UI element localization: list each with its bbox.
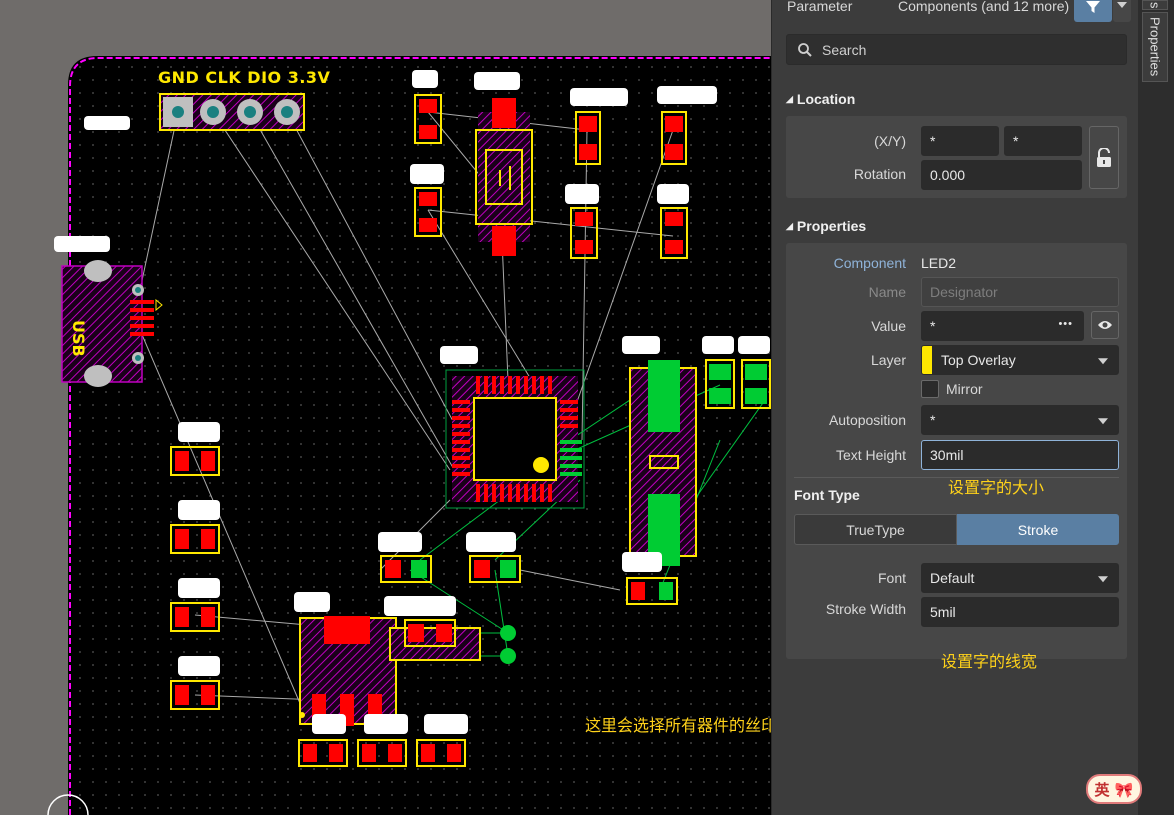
mirror-checkbox[interactable]	[921, 380, 939, 398]
header-connector	[159, 93, 305, 131]
side-tab-other[interactable]: s	[1142, 0, 1168, 10]
font-value: Default	[930, 570, 975, 586]
name-field: Designator	[921, 277, 1119, 307]
annotation-stroke-width: 设置字的线宽	[941, 652, 1038, 671]
app-root: GND CLK DIO 3.3V USB 这里会选择所有器件的丝印 Parame…	[0, 0, 1174, 815]
watermark-badge: 英 🎀	[1086, 774, 1142, 804]
value-text: *	[930, 318, 936, 334]
component-label: Component	[833, 255, 906, 271]
autoposition-dropdown[interactable]: *	[921, 405, 1119, 435]
properties-title: Properties	[796, 218, 867, 234]
stroke-width-field[interactable]: 5mil	[921, 597, 1119, 627]
rotation-field[interactable]: 0.000	[921, 160, 1082, 190]
location-section-header[interactable]: ◢ Location	[786, 91, 855, 107]
side-tab-properties[interactable]: Properties	[1142, 12, 1168, 82]
name-label: Name	[868, 284, 906, 300]
xy-label: (X/Y)	[874, 133, 906, 149]
filter-button[interactable]	[1074, 0, 1112, 22]
font-label: Font	[877, 570, 906, 586]
lock-button[interactable]	[1089, 126, 1119, 189]
collapse-triangle-icon: ◢	[786, 94, 793, 104]
font-type-divider	[794, 477, 1119, 478]
layer-value: Top Overlay	[941, 352, 1016, 368]
lock-open-icon	[1097, 147, 1111, 167]
filter-dropdown-button[interactable]	[1113, 0, 1131, 22]
chevron-down-icon	[1098, 358, 1108, 365]
properties-panel: Parameter Components (and 12 more) Searc…	[771, 0, 1138, 815]
header-silkscreen-label: GND CLK DIO 3.3V	[158, 68, 331, 87]
panel-header-parameter: Parameter	[787, 0, 853, 14]
x-field[interactable]: *	[921, 126, 999, 156]
annotation-select-all: 这里会选择所有器件的丝印	[585, 716, 771, 735]
y-field[interactable]: *	[1004, 126, 1082, 156]
chevron-down-icon	[1117, 2, 1127, 8]
font-dropdown[interactable]: Default	[921, 563, 1119, 593]
layer-label: Layer	[870, 352, 906, 368]
chevron-down-icon	[1098, 418, 1108, 425]
autoposition-value: *	[930, 412, 936, 428]
layer-color-swatch	[922, 346, 932, 374]
location-title: Location	[796, 91, 856, 107]
component-value: LED2	[921, 255, 957, 271]
visibility-toggle-button[interactable]	[1091, 311, 1119, 339]
properties-section-header[interactable]: ◢ Properties	[786, 218, 866, 234]
text-height-field[interactable]: 30mil	[921, 440, 1119, 470]
chevron-down-icon	[1098, 576, 1108, 583]
eye-icon	[1098, 321, 1112, 329]
collapse-triangle-icon: ◢	[786, 221, 793, 231]
mirror-label: Mirror	[946, 381, 983, 397]
pcb-canvas[interactable]: GND CLK DIO 3.3V USB 这里会选择所有器件的丝印	[0, 0, 771, 815]
font-type-title: Font Type	[794, 487, 860, 503]
layer-dropdown[interactable]: Top Overlay	[921, 345, 1119, 375]
pcb-board-svg[interactable]	[0, 0, 771, 815]
value-more-button[interactable]: •••	[1058, 318, 1073, 330]
value-field[interactable]: * •••	[921, 311, 1084, 341]
search-input[interactable]: Search	[786, 34, 1127, 65]
watermark-text: 英 🎀	[1094, 780, 1134, 799]
panel-header-filter-scope[interactable]: Components (and 12 more)	[898, 0, 1069, 14]
rotation-label: Rotation	[853, 166, 906, 182]
autoposition-label: Autoposition	[828, 412, 906, 428]
top-switch	[475, 98, 533, 256]
stroke-button[interactable]: Stroke	[957, 514, 1119, 545]
search-placeholder: Search	[822, 41, 867, 58]
usb-silkscreen-label: USB	[69, 320, 88, 357]
stroke-width-label: Stroke Width	[825, 601, 906, 617]
value-label: Value	[871, 318, 906, 334]
search-icon	[798, 42, 812, 57]
crystal	[629, 360, 697, 566]
side-tab-strip: s Properties	[1138, 0, 1174, 815]
text-height-label: Text Height	[835, 447, 906, 463]
truetype-button[interactable]: TrueType	[794, 514, 957, 545]
mcu-chip	[445, 369, 585, 509]
filter-icon	[1086, 1, 1100, 13]
